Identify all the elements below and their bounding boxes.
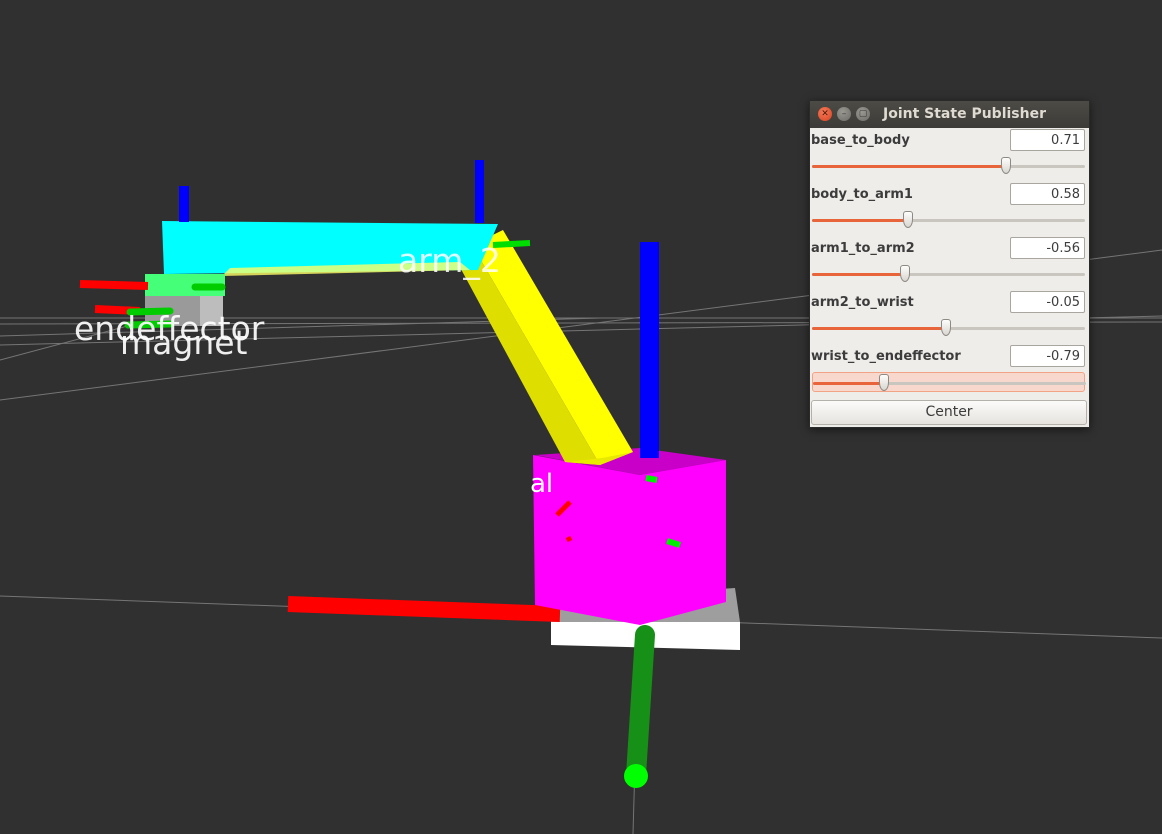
slider-track: [812, 219, 1085, 222]
slider-fill: [812, 327, 946, 330]
joint-row-base-to-body: base_to_body 0.71: [810, 128, 1089, 182]
joint-name: arm1_to_arm2: [811, 241, 915, 256]
joint-name: arm2_to_wrist: [811, 295, 914, 310]
joint-slider[interactable]: [812, 156, 1085, 176]
base-x-axis: [287, 596, 561, 622]
joint-value-field[interactable]: -0.56: [1010, 237, 1085, 259]
minimize-icon[interactable]: –: [837, 107, 851, 121]
body-link: [533, 448, 726, 625]
slider-handle[interactable]: [940, 319, 951, 336]
slider-track: [812, 273, 1085, 276]
joint-slider[interactable]: [812, 210, 1085, 230]
window-title: Joint State Publisher: [883, 106, 1046, 122]
slider-handle[interactable]: [1000, 157, 1011, 174]
slider-fill: [812, 219, 908, 222]
joint-value-field[interactable]: -0.79: [1010, 345, 1085, 367]
joint-name: body_to_arm1: [811, 187, 913, 202]
joint-slider[interactable]: [812, 372, 1086, 392]
joint-value-field[interactable]: 0.71: [1010, 129, 1085, 151]
joint-row-wrist-to-endeffector: wrist_to_endeffector -0.79: [810, 344, 1089, 398]
slider-track: [813, 382, 1086, 385]
joint-name: base_to_body: [811, 133, 910, 148]
arm2-z-axis-right: [475, 160, 484, 223]
slider-handle[interactable]: [902, 211, 913, 228]
joint-slider[interactable]: [812, 318, 1085, 338]
slider-fill: [812, 165, 1006, 168]
body-z-axis: [640, 242, 659, 458]
center-button[interactable]: Center: [811, 400, 1087, 425]
joint-slider[interactable]: [812, 264, 1085, 284]
label-magnet: magnet: [120, 323, 248, 362]
label-body: al: [530, 469, 553, 499]
slider-handle[interactable]: [899, 265, 910, 282]
joint-row-body-to-arm1: body_to_arm1 0.58: [810, 182, 1089, 236]
joint-value-field[interactable]: 0.58: [1010, 183, 1085, 205]
maximize-icon[interactable]: ▢: [856, 107, 870, 121]
slider-fill: [813, 382, 884, 385]
window-titlebar[interactable]: ✕ – ▢ Joint State Publisher: [810, 101, 1089, 128]
joint-value-field[interactable]: -0.05: [1010, 291, 1085, 313]
slider-track: [812, 165, 1085, 168]
joint-name: wrist_to_endeffector: [811, 349, 961, 364]
slider-fill: [812, 273, 905, 276]
slider-handle[interactable]: [878, 374, 889, 391]
label-arm-2: arm_2: [398, 241, 501, 280]
joint-state-publisher-window: ✕ – ▢ Joint State Publisher base_to_body…: [809, 100, 1090, 428]
arm2-z-axis-left: [179, 186, 189, 222]
close-icon[interactable]: ✕: [818, 107, 832, 121]
joint-row-arm1-to-arm2: arm1_to_arm2 -0.56: [810, 236, 1089, 290]
base-y-axis: [624, 625, 655, 788]
joint-row-arm2-to-wrist: arm2_to_wrist -0.05: [810, 290, 1089, 344]
